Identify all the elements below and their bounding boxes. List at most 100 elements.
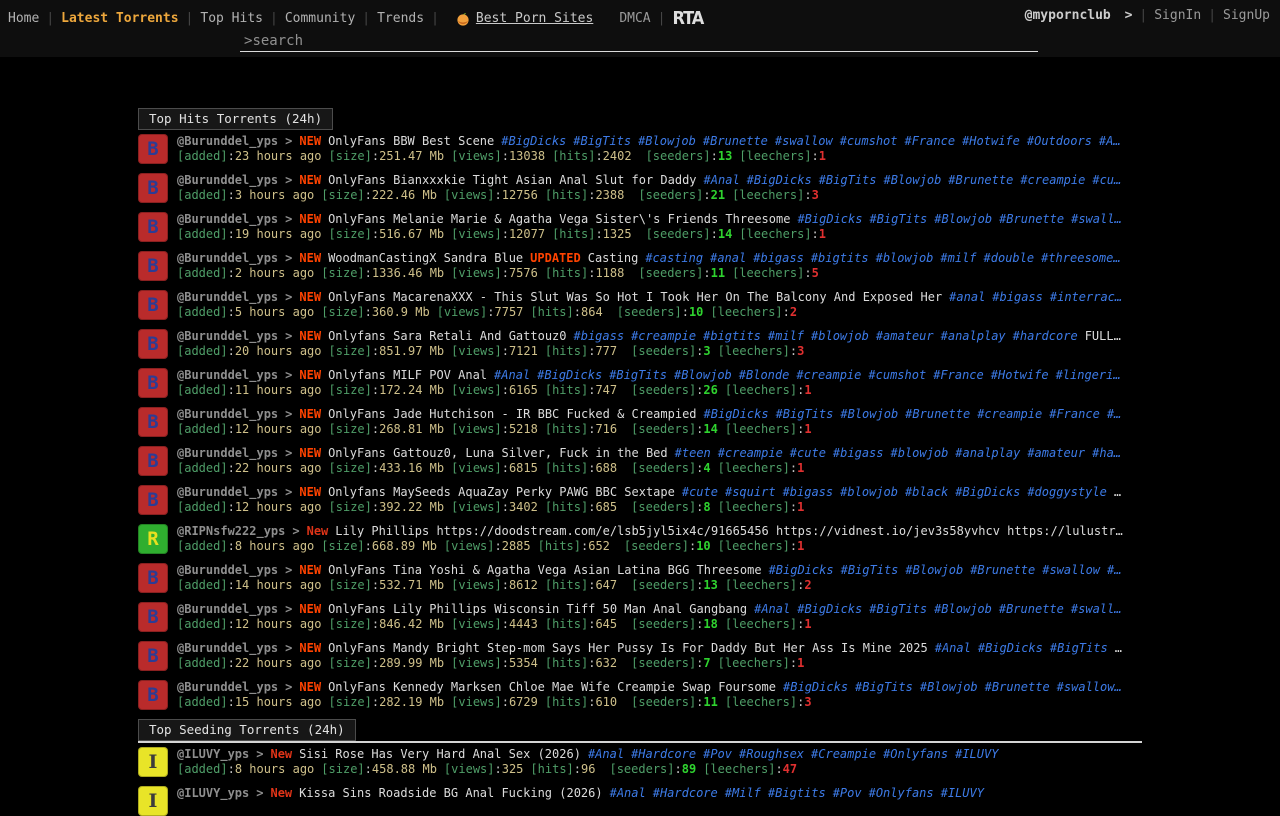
hashtag-link[interactable]: #BigTits	[855, 680, 913, 694]
hashtag-link[interactable]: #A…	[1099, 134, 1121, 148]
hashtag-link[interactable]: #BigDicks	[704, 407, 769, 421]
username-link[interactable]: @Burunddel_yps	[177, 485, 278, 499]
username-link[interactable]: @ILUVY_yps	[177, 747, 249, 761]
hashtag-link[interactable]: #Brunette	[999, 602, 1064, 616]
username-link[interactable]: @Burunddel_yps	[177, 290, 278, 304]
hashtag-link[interactable]: #cute	[682, 485, 718, 499]
hashtag-link[interactable]: #cumshot	[868, 368, 926, 382]
hashtag-link[interactable]: #Brunette	[703, 134, 768, 148]
hashtag-link[interactable]: #Roughsex	[739, 747, 804, 761]
hashtag-link[interactable]: #interrac…	[1050, 290, 1122, 304]
nav-item-latest-torrents[interactable]: Latest Torrents	[61, 11, 178, 26]
hashtag-link[interactable]: #BigDicks	[537, 368, 602, 382]
user-avatar[interactable]: B	[138, 173, 168, 203]
hashtag-link[interactable]: #BigTits	[776, 407, 834, 421]
username-link[interactable]: @RIPNsfw222_yps	[177, 524, 285, 538]
hashtag-link[interactable]: #creampie	[718, 446, 783, 460]
hashtag-link[interactable]: #teen	[675, 446, 711, 460]
hashtag-link[interactable]: #Blowjob	[674, 368, 732, 382]
hashtag-link[interactable]: #ILUVY	[941, 786, 984, 800]
nav-item-trends[interactable]: Trends	[377, 11, 424, 26]
hashtag-link[interactable]: #BigTits	[1050, 641, 1108, 655]
hashtag-link[interactable]: #Blowjob	[934, 212, 992, 226]
hashtag-link[interactable]: #creampie	[796, 368, 861, 382]
hashtag-link[interactable]: #Pov	[833, 786, 862, 800]
hashtag-link[interactable]: #ha…	[1092, 446, 1121, 460]
hashtag-link[interactable]: #Anal	[754, 602, 790, 616]
user-avatar[interactable]: B	[138, 563, 168, 593]
user-avatar[interactable]: B	[138, 680, 168, 710]
torrent-title[interactable]: Onlyfans Sara Retali And Gattouz0	[328, 329, 566, 343]
hashtag-link[interactable]: #double	[984, 251, 1035, 265]
user-avatar[interactable]: B	[138, 212, 168, 242]
signup-link[interactable]: SignUp	[1223, 8, 1270, 23]
hashtag-link[interactable]: #casting	[645, 251, 703, 265]
hashtag-link[interactable]: #Blowjob	[638, 134, 696, 148]
hashtag-link[interactable]: #cute	[790, 446, 826, 460]
hashtag-link[interactable]: #Blowjob	[934, 602, 992, 616]
hashtag-link[interactable]: #BigDicks	[783, 680, 848, 694]
username-link[interactable]: @Burunddel_yps	[177, 212, 278, 226]
user-avatar[interactable]: I	[138, 747, 168, 777]
hashtag-link[interactable]: #doggystyle	[1027, 485, 1106, 499]
hashtag-link[interactable]: #BigTits	[869, 212, 927, 226]
hashtag-link[interactable]: #Blowjob	[840, 407, 898, 421]
username-link[interactable]: @ILUVY_yps	[177, 786, 249, 800]
username-link[interactable]: @Burunddel_yps	[177, 407, 278, 421]
hashtag-link[interactable]: #Blowjob	[884, 173, 942, 187]
search-input[interactable]	[252, 33, 952, 49]
hashtag-link[interactable]: #swallow	[775, 134, 833, 148]
user-avatar[interactable]: I	[138, 786, 168, 816]
user-avatar[interactable]: R	[138, 524, 168, 554]
hashtag-link[interactable]: #bigass	[992, 290, 1043, 304]
nav-item-top-hits[interactable]: Top Hits	[200, 11, 263, 26]
hashtag-link[interactable]: #Milf	[725, 786, 761, 800]
user-avatar[interactable]: B	[138, 134, 168, 164]
hashtag-link[interactable]: #lingeri…	[1056, 368, 1121, 382]
hashtag-link[interactable]: #Hardcore	[653, 786, 718, 800]
user-avatar[interactable]: B	[138, 368, 168, 398]
hashtag-link[interactable]: #BigDicks	[797, 602, 862, 616]
hashtag-link[interactable]: #creampie	[631, 329, 696, 343]
username-link[interactable]: @Burunddel_yps	[177, 680, 278, 694]
hashtag-link[interactable]: #cu…	[1092, 173, 1121, 187]
hashtag-link[interactable]: #Blowjob	[920, 680, 978, 694]
hashtag-link[interactable]: #creampie	[1020, 173, 1085, 187]
torrent-title[interactable]: OnlyFans BBW Best Scene	[328, 134, 494, 148]
username-link[interactable]: @Burunddel_yps	[177, 173, 278, 187]
torrent-title[interactable]: OnlyFans Bianxxxkie Tight Asian Anal Slu…	[328, 173, 696, 187]
username-link[interactable]: @Burunddel_yps	[177, 563, 278, 577]
hashtag-link[interactable]: #BigDicks	[978, 641, 1043, 655]
signin-link[interactable]: SignIn	[1154, 8, 1201, 23]
user-avatar[interactable]: B	[138, 446, 168, 476]
hashtag-link[interactable]: #BigDicks	[769, 563, 834, 577]
hashtag-link[interactable]: #milf	[768, 329, 804, 343]
torrent-title[interactable]: OnlyFans Lily Phillips Wisconsin Tiff 50…	[328, 602, 747, 616]
user-avatar[interactable]: B	[138, 485, 168, 515]
hashtag-link[interactable]: #threesome…	[1041, 251, 1120, 265]
account-menu[interactable]: @mypornclub >	[1025, 8, 1133, 23]
hashtag-link[interactable]: #anal	[710, 251, 746, 265]
hashtag-link[interactable]: #bigass	[574, 329, 625, 343]
hashtag-link[interactable]: #swallow…	[1057, 680, 1122, 694]
torrent-title[interactable]: OnlyFans Kennedy Marksen Chloe Mae Wife …	[328, 680, 776, 694]
torrent-title[interactable]: OnlyFans Tina Yoshi & Agatha Vega Asian …	[328, 563, 761, 577]
hashtag-link[interactable]: #Creampie	[811, 747, 876, 761]
username-link[interactable]: @Burunddel_yps	[177, 251, 278, 265]
hashtag-link[interactable]: #hardcore	[1013, 329, 1078, 343]
torrent-title[interactable]: Onlyfans MaySeeds AquaZay Perky PAWG BBC…	[328, 485, 675, 499]
torrent-title[interactable]: FULL…	[1085, 329, 1121, 343]
hashtag-link[interactable]: #bigass	[753, 251, 804, 265]
torrent-title[interactable]: Sisi Rose Has Very Hard Anal Sex (2026)	[299, 747, 581, 761]
dmca-link[interactable]: DMCA	[619, 11, 650, 26]
hashtag-link[interactable]: #amateur	[1027, 446, 1085, 460]
hashtag-link[interactable]: #anal	[949, 290, 985, 304]
username-link[interactable]: @Burunddel_yps	[177, 329, 278, 343]
hashtag-link[interactable]: #BigTits	[841, 563, 899, 577]
hashtag-link[interactable]: #black	[905, 485, 948, 499]
hashtag-link[interactable]: #Anal	[588, 747, 624, 761]
hashtag-link[interactable]: #Outdoors	[1027, 134, 1092, 148]
username-link[interactable]: @Burunddel_yps	[177, 641, 278, 655]
hashtag-link[interactable]: #Anal	[494, 368, 530, 382]
torrent-title[interactable]: WoodmanCastingX Sandra Blue	[328, 251, 523, 265]
